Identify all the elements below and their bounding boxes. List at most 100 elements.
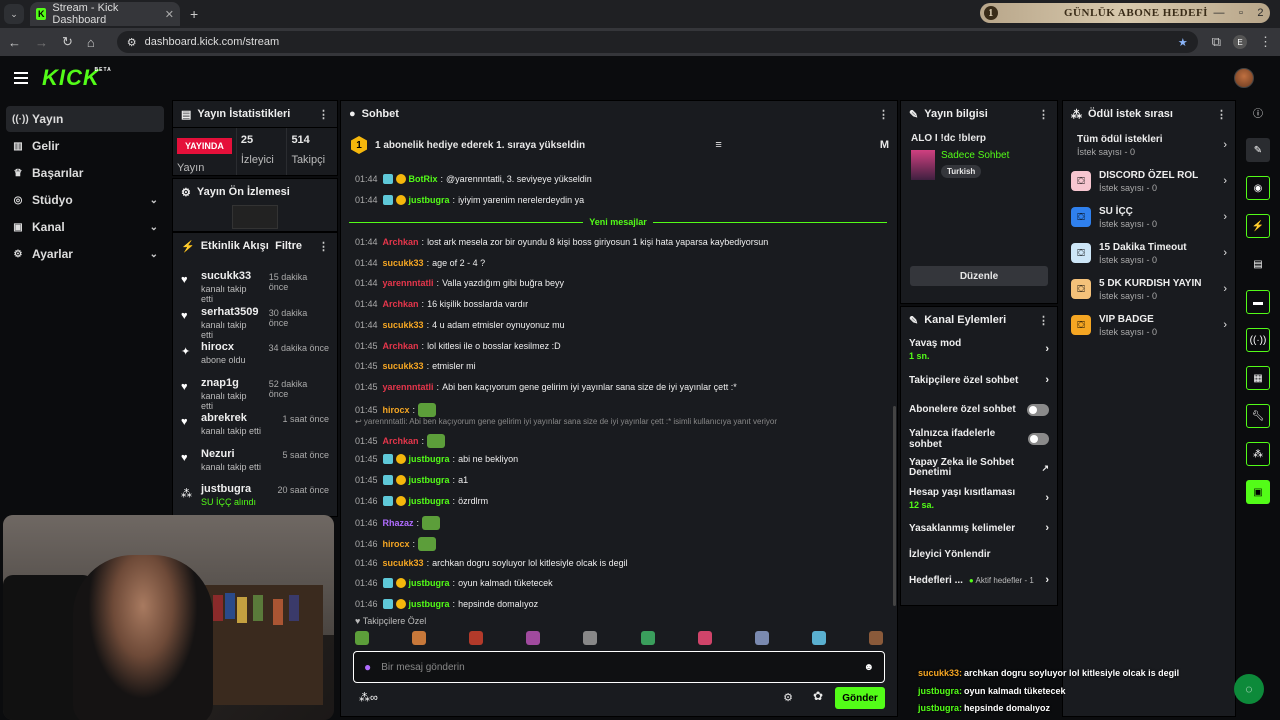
info-icon[interactable]: ⓘ: [1246, 100, 1270, 124]
message-username[interactable]: Archkan: [383, 341, 419, 351]
message-username[interactable]: yarennntatli: [383, 278, 434, 288]
emote[interactable]: [427, 434, 446, 448]
emote[interactable]: [422, 516, 441, 530]
message-username[interactable]: sucukk33: [383, 320, 424, 330]
profile-avatar[interactable]: E: [1233, 35, 1247, 49]
emote[interactable]: [469, 631, 484, 645]
emote[interactable]: [583, 631, 598, 645]
address-bar[interactable]: ⚙ dashboard.kick.com/stream ★: [116, 31, 1198, 53]
emote[interactable]: [811, 631, 826, 645]
more-icon[interactable]: ⋮: [878, 108, 889, 121]
reward-item[interactable]: ⛋ 5 DK KURDISH YAYIN İstek sayısı - 0 ›: [1063, 271, 1235, 307]
more-icon[interactable]: ⋮: [318, 108, 329, 121]
active-tool-icon[interactable]: ▣: [1246, 480, 1270, 504]
maximize-icon[interactable]: ▫: [1239, 7, 1243, 19]
chat-scrollbar[interactable]: [893, 406, 896, 606]
reload-icon[interactable]: ↻: [62, 34, 73, 50]
emote[interactable]: [418, 403, 437, 417]
emote[interactable]: [868, 631, 883, 645]
filter-icon[interactable]: ≡: [715, 139, 721, 151]
extensions-icon[interactable]: ⧉: [1212, 34, 1221, 50]
message-username[interactable]: Archkan: [383, 299, 419, 309]
ai-moderation[interactable]: Yapay Zeka ile Sohbet Denetimi ↗: [901, 453, 1057, 483]
message-username[interactable]: sucukk33: [383, 258, 424, 268]
reward-item[interactable]: ⛋ SU İÇÇ İstek sayısı - 0 ›: [1063, 199, 1235, 235]
message-username[interactable]: justbugra: [409, 454, 450, 464]
site-info-icon[interactable]: ⚙: [127, 36, 137, 49]
sidebar-item-studyo[interactable]: ◎ Stüdyo ⌄: [6, 187, 164, 213]
camera-icon[interactable]: ◉: [1246, 176, 1270, 200]
account-age-restriction[interactable]: Hesap yaşı kısıtlaması 12 sa. ›: [901, 483, 1057, 513]
sidebar-item-yayin[interactable]: ((·)) Yayın: [6, 106, 164, 132]
user-avatar[interactable]: [1234, 68, 1254, 88]
infinity-points-icon[interactable]: ⁂∞: [359, 691, 378, 704]
forward-icon[interactable]: →: [35, 35, 48, 50]
sidebar-item-gelir[interactable]: ▥ Gelir: [6, 133, 164, 159]
banned-words[interactable]: Yasaklanmış kelimeler ›: [901, 513, 1057, 543]
send-button[interactable]: Gönder: [835, 687, 885, 709]
subscribers-only-toggle[interactable]: [1027, 403, 1049, 416]
message-username[interactable]: justbugra: [409, 475, 450, 485]
reward-icon[interactable]: ⁂: [1246, 442, 1270, 466]
goals[interactable]: Hedefleri ... ● Aktif hedefler - 1 ›: [901, 565, 1057, 595]
broadcast-icon[interactable]: ((·)): [1246, 328, 1270, 352]
chat-bubble-icon[interactable]: ▬: [1246, 290, 1270, 314]
message-username[interactable]: hirocx: [383, 539, 410, 549]
bookmark-star-icon[interactable]: ★: [1178, 36, 1188, 49]
more-icon[interactable]: ⋮: [318, 240, 329, 253]
browser-menu-icon[interactable]: ⋮: [1259, 34, 1272, 50]
message-username[interactable]: Archkan: [383, 237, 419, 247]
chat-input[interactable]: ● Bir mesaj gönderin ☻: [353, 651, 885, 683]
more-icon[interactable]: ⋮: [1216, 108, 1227, 121]
tab-search-button[interactable]: ⌄: [4, 4, 24, 24]
layout-icon[interactable]: ▦: [1246, 366, 1270, 390]
emote[interactable]: [640, 631, 655, 645]
document-icon[interactable]: ▤: [1246, 252, 1270, 276]
tab-close-icon[interactable]: ✕: [165, 8, 174, 21]
emote[interactable]: [412, 631, 427, 645]
kick-logo[interactable]: KICK BETA: [42, 65, 111, 91]
emoji-icon[interactable]: ☻: [863, 662, 874, 673]
help-chat-icon[interactable]: ◌: [1234, 674, 1264, 704]
more-icon[interactable]: ⋮: [1038, 314, 1049, 327]
sidebar-item-ayarlar[interactable]: ⚙ Ayarlar ⌄: [6, 241, 164, 267]
message-username[interactable]: BotRix: [409, 174, 438, 184]
back-icon[interactable]: ←: [8, 35, 21, 50]
wrench-icon[interactable]: 🔧︎: [1246, 404, 1270, 428]
more-icon[interactable]: ⋮: [1038, 108, 1049, 121]
message-username[interactable]: Rhazaz: [383, 518, 414, 528]
reward-item[interactable]: ⛋ 15 Dakika Timeout İstek sayısı - 0 ›: [1063, 235, 1235, 271]
reward-item[interactable]: ⛋ VIP BADGE İstek sayısı - 0 ›: [1063, 307, 1235, 343]
settings-icon[interactable]: ⚙: [783, 691, 793, 704]
menu-icon[interactable]: [14, 72, 28, 84]
microphone-icon[interactable]: ●: [364, 660, 371, 674]
message-username[interactable]: justbugra: [409, 496, 450, 506]
gift-icon[interactable]: ✿: [813, 689, 823, 703]
stream-preview-thumbnail[interactable]: [232, 205, 278, 229]
message-username[interactable]: yarennntatli: [383, 382, 434, 392]
emote[interactable]: [697, 631, 712, 645]
raid-viewers[interactable]: İzleyici Yönlendir: [901, 543, 1057, 565]
reward-all[interactable]: Tüm ödül istekleri İstek sayısı - 0 ›: [1063, 127, 1235, 163]
message-username[interactable]: sucukk33: [383, 558, 424, 568]
emote[interactable]: [418, 537, 437, 551]
sidebar-item-kanal[interactable]: ▣ Kanal ⌄: [6, 214, 164, 240]
browser-tab[interactable]: K Stream - Kick Dashboard ✕: [30, 2, 180, 26]
followers-only-chat[interactable]: Takipçilere özel sohbet ›: [901, 365, 1057, 395]
slow-mode[interactable]: Yavaş mod 1 sn. ›: [901, 333, 1057, 365]
home-icon[interactable]: ⌂: [87, 35, 95, 50]
message-username[interactable]: hirocx: [383, 405, 410, 415]
bolt-icon[interactable]: ⚡: [1246, 214, 1270, 238]
edit-icon[interactable]: ✎: [1246, 138, 1270, 162]
message-username[interactable]: Archkan: [383, 436, 419, 446]
minimize-icon[interactable]: —: [1213, 7, 1225, 19]
emote[interactable]: [355, 631, 369, 645]
message-username[interactable]: justbugra: [409, 578, 450, 588]
emote-only-toggle[interactable]: [1027, 432, 1049, 445]
message-username[interactable]: justbugra: [409, 195, 450, 205]
new-tab-button[interactable]: +: [190, 6, 198, 22]
emote[interactable]: [526, 631, 541, 645]
reward-item[interactable]: ⛋ DISCORD ÖZEL ROL İstek sayısı - 0 ›: [1063, 163, 1235, 199]
edit-button[interactable]: Düzenle: [910, 266, 1048, 286]
message-username[interactable]: sucukk33: [383, 361, 424, 371]
